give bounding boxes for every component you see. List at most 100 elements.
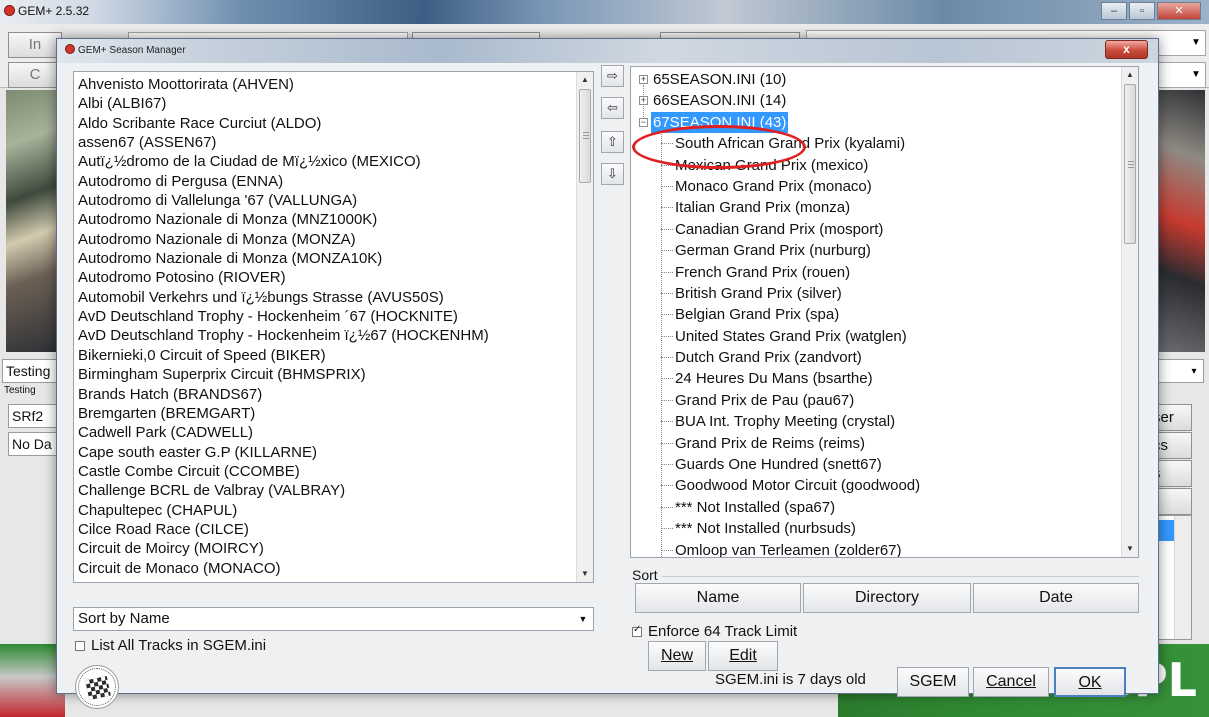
add-track-button[interactable]: ⇨ xyxy=(601,65,624,87)
tree-track-node[interactable]: German Grand Prix (nurburg) xyxy=(631,240,1121,261)
row2-combo[interactable]: ▼ xyxy=(1156,62,1206,88)
tree-track-node[interactable]: Italian Grand Prix (monza) xyxy=(631,197,1121,218)
minimize-button[interactable]: – xyxy=(1101,2,1127,20)
list-item[interactable]: Cape south easter G.P (KILLARNE) xyxy=(74,443,576,462)
tree-track-label: Omloop van Terleamen (zolder67) xyxy=(675,541,902,558)
dialog-close-button[interactable]: x xyxy=(1105,40,1148,59)
tree-track-node[interactable]: British Grand Prix (silver) xyxy=(631,283,1121,304)
list-item[interactable]: Birmingham Superprix Circuit (BHMSPRIX) xyxy=(74,365,576,384)
tree-season-label: 66SEASON.INI (14) xyxy=(653,92,787,110)
edit-label: Edit xyxy=(729,647,757,664)
sort-directory-button[interactable]: Directory xyxy=(803,583,971,613)
list-item[interactable]: Castle Combe Circuit (CCOMBE) xyxy=(74,462,576,481)
tree-track-node[interactable]: Grand Prix de Reims (reims) xyxy=(631,433,1121,454)
sort-name-button[interactable]: Name xyxy=(635,583,801,613)
ok-button[interactable]: OK xyxy=(1054,667,1126,697)
scrollbar-thumb[interactable] xyxy=(579,89,591,183)
move-up-button[interactable]: ⇧ xyxy=(601,131,624,153)
tree-track-node[interactable]: *** Not Installed (nurbsuds) xyxy=(631,518,1121,539)
list-item[interactable]: Bremgarten (BREMGART) xyxy=(74,404,576,423)
list-item[interactable]: Autodromo Potosino (RIOVER) xyxy=(74,268,576,287)
expand-icon[interactable]: + xyxy=(639,75,648,84)
remove-track-button[interactable]: ⇦ xyxy=(601,97,624,119)
list-item[interactable]: Circuit de Monaco (MONACO) xyxy=(74,559,576,578)
list-item[interactable]: Autodromo di Vallelunga '67 (VALLUNGA) xyxy=(74,191,576,210)
chevron-down-icon: ▼ xyxy=(1191,69,1201,80)
tree-track-node[interactable]: *** Not Installed (spa67) xyxy=(631,497,1121,518)
list-item[interactable]: Cilce Road Race (CILCE) xyxy=(74,520,576,539)
collapse-icon[interactable]: − xyxy=(639,117,648,127)
testing-combo[interactable]: Testing xyxy=(2,359,62,383)
list-all-label: List All Tracks in SGEM.ini xyxy=(91,637,267,654)
list-item[interactable]: Autodromo Nazionale di Monza (MONZA) xyxy=(74,230,576,249)
checkbox-checked-icon xyxy=(632,624,642,637)
ok-label: OK xyxy=(1078,674,1102,691)
list-item[interactable]: Autodromo Nazionale di Monza (MONZA10K) xyxy=(74,249,576,268)
list-item[interactable]: Autodromo Nazionale di Monza (MNZ1000K) xyxy=(74,210,576,229)
cancel-button[interactable]: Cancel xyxy=(973,667,1049,697)
tree-track-node[interactable]: United States Grand Prix (watglen) xyxy=(631,326,1121,347)
sort-by-value: Sort by Name xyxy=(78,610,170,627)
scroll-down-icon[interactable]: ▼ xyxy=(1122,541,1138,557)
list-item[interactable]: Automobil Verkehrs und ï¿½bungs Strasse … xyxy=(74,288,576,307)
scrollbar-thumb[interactable] xyxy=(1124,84,1136,244)
install-button[interactable]: In xyxy=(8,32,62,58)
grip-line xyxy=(1128,164,1134,165)
scroll-up-icon[interactable]: ▲ xyxy=(1122,67,1138,83)
available-tracks-list[interactable]: Ahvenisto Moottorirata (AHVEN) Albi (ALBI… xyxy=(73,71,594,583)
main-close-button[interactable]: ✕ xyxy=(1157,2,1201,20)
enforce-label: Enforce 64 Track Limit xyxy=(648,623,798,640)
list-item[interactable]: Cadwell Park (CADWELL) xyxy=(74,423,576,442)
tree-season-node[interactable]: +66SEASON.INI (14) xyxy=(631,90,1121,111)
tree-track-node[interactable]: Guards One Hundred (snett67) xyxy=(631,454,1121,475)
cancel-label: Cancel xyxy=(986,673,1036,690)
sort-by-combo[interactable]: Sort by Name ▼ xyxy=(73,607,594,631)
row2-button[interactable]: C xyxy=(8,62,62,88)
list-item[interactable]: Chapultepec (CHAPUL) xyxy=(74,501,576,520)
tree-track-label: Grand Prix de Pau (pau67) xyxy=(675,391,855,409)
scrollbar[interactable] xyxy=(1174,516,1191,639)
tree-track-node[interactable]: French Grand Prix (rouen) xyxy=(631,262,1121,283)
list-item[interactable]: Brands Hatch (BRANDS67) xyxy=(74,385,576,404)
right-combo[interactable]: ▾ xyxy=(1158,359,1204,383)
scroll-up-icon[interactable]: ▲ xyxy=(577,72,593,88)
season-manager-dialog: GEM+ Season Manager x Ahvenisto Moottori… xyxy=(56,38,1159,709)
list-item[interactable]: assen67 (ASSEN67) xyxy=(74,133,576,152)
chevron-down-icon: ▼ xyxy=(578,614,588,624)
maximize-button[interactable]: ▫ xyxy=(1129,2,1155,20)
list-item[interactable]: AvD Deutschland Trophy - Hockenheim ï¿½6… xyxy=(74,326,576,345)
expand-icon[interactable]: + xyxy=(639,96,648,106)
tree-track-node[interactable]: BUA Int. Trophy Meeting (crystal) xyxy=(631,411,1121,432)
list-item[interactable]: Autï¿½dromo de la Ciudad de Mï¿½xico (ME… xyxy=(74,152,576,171)
tree-track-node[interactable]: Monaco Grand Prix (monaco) xyxy=(631,176,1121,197)
tree-track-label: 24 Heures Du Mans (bsarthe) xyxy=(675,370,873,388)
track-list-scrollbar[interactable]: ▲ ▼ xyxy=(576,72,593,582)
list-item[interactable]: Aldo Scribante Race Curciut (ALDO) xyxy=(74,114,576,133)
tree-track-label: BUA Int. Trophy Meeting (crystal) xyxy=(675,413,896,431)
tree-track-node[interactable]: Dutch Grand Prix (zandvort) xyxy=(631,347,1121,368)
tree-track-node[interactable]: Omloop van Terleamen (zolder67) xyxy=(631,540,1121,558)
sort-date-button[interactable]: Date xyxy=(973,583,1139,613)
new-button[interactable]: New xyxy=(648,641,706,671)
tree-track-node[interactable]: Belgian Grand Prix (spa) xyxy=(631,304,1121,325)
tree-season-node[interactable]: +65SEASON.INI (10) xyxy=(631,69,1121,90)
tree-track-node[interactable]: 24 Heures Du Mans (bsarthe) xyxy=(631,368,1121,389)
scroll-down-icon[interactable]: ▼ xyxy=(577,566,593,582)
list-item[interactable]: Circuit de Moircy (MOIRCY) xyxy=(74,539,576,558)
tree-track-node[interactable]: Canadian Grand Prix (mosport) xyxy=(631,219,1121,240)
list-all-checkbox[interactable]: List All Tracks in SGEM.ini xyxy=(75,637,266,654)
enforce-limit-checkbox[interactable]: Enforce 64 Track Limit xyxy=(632,623,797,640)
list-item[interactable]: Bikernieki,0 Circuit of Speed (BIKER) xyxy=(74,346,576,365)
tree-scrollbar[interactable]: ▲ ▼ xyxy=(1121,67,1138,557)
tree-track-node[interactable]: Goodwood Motor Circuit (goodwood) xyxy=(631,475,1121,496)
list-item[interactable]: AvD Deutschland Trophy - Hockenheim ´67 … xyxy=(74,307,576,326)
move-down-button[interactable]: ⇩ xyxy=(601,163,624,185)
list-item[interactable]: Autodromo di Pergusa (ENNA) xyxy=(74,172,576,191)
list-item[interactable]: Challenge BCRL de Valbray (VALBRAY) xyxy=(74,481,576,500)
annotation-circle xyxy=(632,125,806,169)
edit-button[interactable]: Edit xyxy=(708,641,778,671)
list-item[interactable]: Albi (ALBI67) xyxy=(74,94,576,113)
tree-track-node[interactable]: Grand Prix de Pau (pau67) xyxy=(631,390,1121,411)
list-item[interactable]: Ahvenisto Moottorirata (AHVEN) xyxy=(74,75,576,94)
sgem-button[interactable]: SGEM xyxy=(897,667,969,697)
